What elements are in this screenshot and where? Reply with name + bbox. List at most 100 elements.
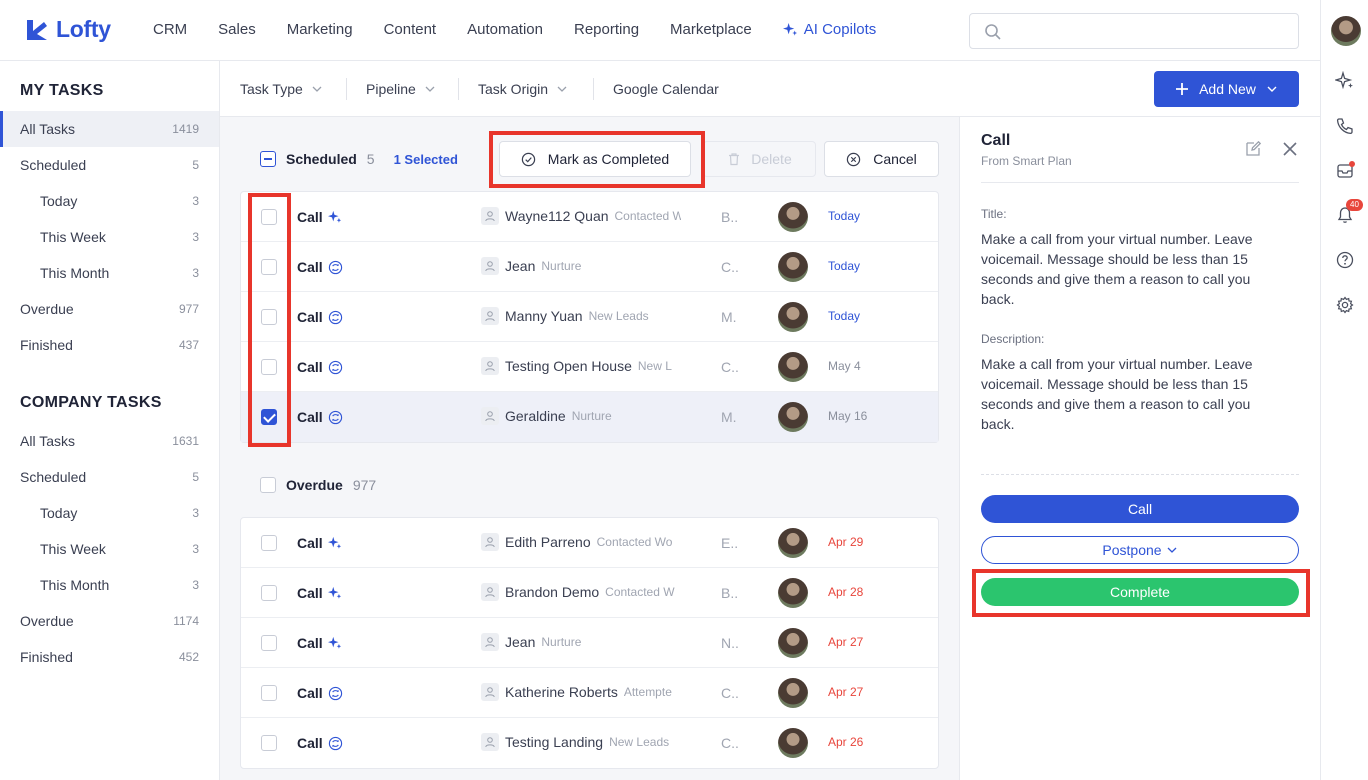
sidebar-item-this-week[interactable]: This Week 3 [0,531,219,567]
lead-contact[interactable]: Edith Parreno Contacted Wo [481,533,681,551]
task-type: Call [297,735,343,751]
lead-contact[interactable]: Jean Nurture [481,257,681,275]
lead-name: Geraldine [505,408,566,424]
postpone-button[interactable]: Postpone [981,536,1299,564]
sidebar-item-overdue[interactable]: Overdue 1174 [0,603,219,639]
mark-as-completed-button[interactable]: Mark as Completed [499,141,691,177]
delete-button[interactable]: Delete [703,141,816,177]
table-row[interactable]: Call Geraldine Nurture M. May 16 [241,392,938,442]
select-all-checkbox[interactable] [260,477,276,493]
sidebar-item-count: 3 [192,230,199,244]
nav-ai-copilots[interactable]: AI Copilots [782,21,876,38]
sidebar-item-finished[interactable]: Finished 437 [0,327,219,363]
row-checkbox[interactable] [261,359,277,375]
lead-contact[interactable]: Manny Yuan New Leads [481,307,681,325]
sidebar-item-count: 977 [178,302,199,316]
table-row[interactable]: Call Edith Parreno Contacted Wo E.. Apr 29 [241,518,938,568]
row-checkbox[interactable] [261,635,277,651]
table-row[interactable]: Call Brandon Demo Contacted W B.. Apr 28 [241,568,938,618]
nav-content[interactable]: Content [384,21,437,38]
google-calendar-filter[interactable]: Google Calendar [613,81,719,97]
nav-marketing[interactable]: Marketing [287,21,353,38]
sidebar-item-overdue[interactable]: Overdue 977 [0,291,219,327]
sparkle-icon[interactable] [1335,71,1355,91]
help-icon[interactable] [1335,250,1355,270]
table-row[interactable]: Call Wayne112 Quan Contacted W B.. Today [241,192,938,242]
filter-bar: Task Type Pipeline Task Origin Google Ca… [220,61,1320,117]
nav-marketplace[interactable]: Marketplace [670,21,752,38]
person-icon [485,311,495,322]
table-row[interactable]: Call Katherine Roberts Attempte C.. Apr 27 [241,668,938,718]
lead-contact[interactable]: Testing Landing New Leads [481,733,681,751]
row-checkbox[interactable] [261,585,277,601]
add-new-button[interactable]: Add New [1154,71,1299,107]
sidebar-item-label: Finished [20,649,73,665]
nav-automation[interactable]: Automation [467,21,543,38]
table-row[interactable]: Call Manny Yuan New Leads M. Today [241,292,938,342]
sidebar-item-this-week[interactable]: This Week 3 [0,219,219,255]
pipeline-filter[interactable]: Pipeline [366,81,436,97]
task-type-label: Call [297,735,323,751]
table-row[interactable]: Call Testing Open House New L C.. May 4 [241,342,938,392]
sidebar-item-scheduled[interactable]: Scheduled 5 [0,147,219,183]
sidebar-item-today[interactable]: Today 3 [0,183,219,219]
sidebar-item-label: All Tasks [20,433,75,449]
row-checkbox[interactable] [261,685,277,701]
person-icon-box [481,407,499,425]
table-row[interactable]: Call Jean Nurture N.. Apr 27 [241,618,938,668]
row-checkbox[interactable] [261,309,277,325]
smart-plan-icon [328,260,342,274]
close-icon[interactable] [1281,140,1299,158]
edit-icon[interactable] [1244,140,1262,158]
row-checkbox[interactable] [261,209,277,225]
assignee-avatar [778,578,808,608]
lead-contact[interactable]: Katherine Roberts Attempte [481,683,681,701]
user-avatar[interactable] [1331,16,1361,46]
phone-icon[interactable] [1335,116,1355,136]
sidebar-item-label: Finished [20,337,73,353]
top-navigation: Lofty CRM Sales Marketing Content Automation… [0,0,1320,61]
logo[interactable]: Lofty [24,16,111,43]
table-row[interactable]: Call Jean Nurture C.. Today [241,242,938,292]
settings-gear-icon[interactable] [1335,295,1355,315]
sidebar-item-this-month[interactable]: This Month 3 [0,255,219,291]
task-origin-filter[interactable]: Task Origin [478,81,568,97]
select-all-checkbox[interactable] [260,151,276,167]
due-date: Apr 27 [828,635,864,649]
nav-sales[interactable]: Sales [218,21,256,38]
task-type-label: Call [297,309,323,325]
row-checkbox[interactable] [261,535,277,551]
sidebar-item-label: This Week [40,229,106,245]
nav-crm[interactable]: CRM [153,21,187,38]
sidebar-item-this-month[interactable]: This Month 3 [0,567,219,603]
lead-contact[interactable]: Wayne112 Quan Contacted W [481,207,681,225]
lead-contact[interactable]: Testing Open House New L [481,357,681,375]
lead-contact[interactable]: Brandon Demo Contacted W [481,583,681,601]
row-checkbox[interactable] [261,735,277,751]
lead-contact[interactable]: Geraldine Nurture [481,407,681,425]
task-type: Call [297,409,343,425]
lead-contact[interactable]: Jean Nurture [481,633,681,651]
call-button[interactable]: Call [981,495,1299,523]
row-checkbox[interactable] [261,259,277,275]
table-row[interactable]: Call Testing Landing New Leads C.. Apr 26 [241,718,938,768]
smart-plan-icon [328,310,342,324]
row-checkbox[interactable] [261,409,277,425]
cancel-button[interactable]: Cancel [824,141,939,177]
sidebar-item-scheduled[interactable]: Scheduled 5 [0,459,219,495]
section-title: Scheduled [286,151,357,167]
cancel-label: Cancel [873,151,917,167]
sidebar-item-count: 3 [192,506,199,520]
close-circle-icon [847,152,861,166]
nav-reporting[interactable]: Reporting [574,21,639,38]
divider [346,78,347,100]
sidebar-item-all-tasks[interactable]: All Tasks 1419 [0,111,219,147]
search-input[interactable] [969,13,1299,49]
sidebar-item-finished[interactable]: Finished 452 [0,639,219,675]
assignee-avatar [778,628,808,658]
assignee-avatar [778,352,808,382]
task-type-filter[interactable]: Task Type [240,81,323,97]
complete-button[interactable]: Complete [981,578,1299,606]
sidebar-item-today[interactable]: Today 3 [0,495,219,531]
sidebar-item-all-tasks[interactable]: All Tasks 1631 [0,423,219,459]
